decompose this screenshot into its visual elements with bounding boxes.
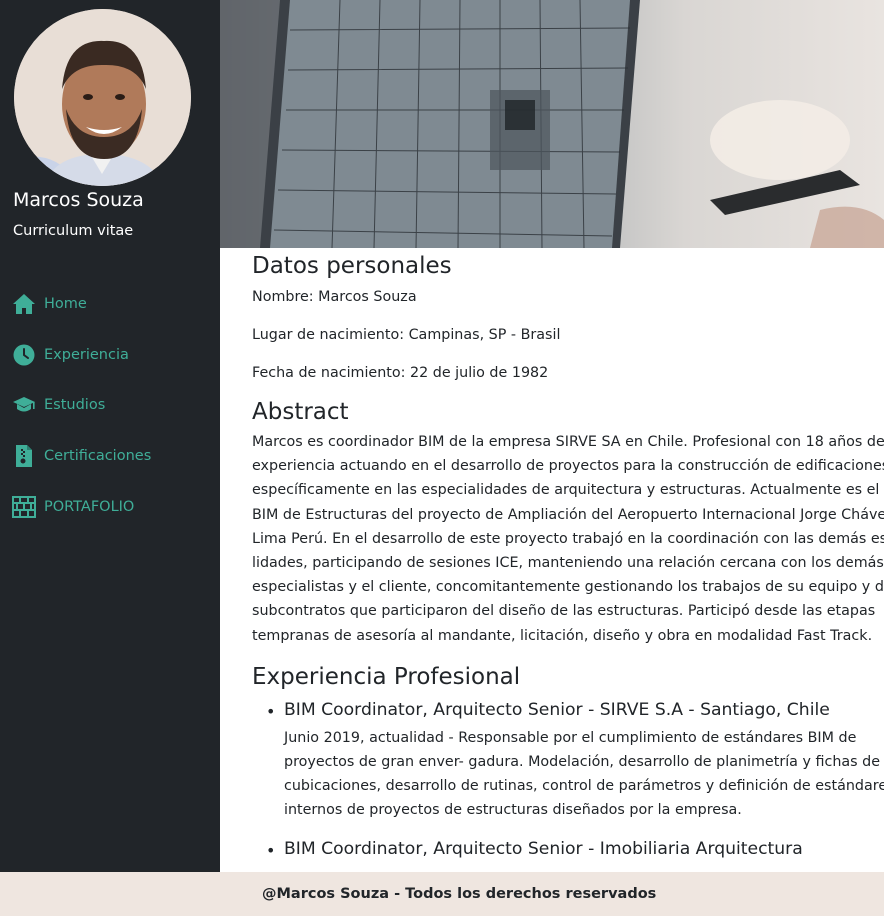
footer: @Marcos Souza - Todos los derechos reser… — [0, 872, 884, 916]
section-heading-abstract: Abstract — [252, 399, 349, 425]
abstract-line: tempranas de asesoría al mandante, licit… — [252, 627, 873, 644]
abstract-line: experiencia actuando en el desarrollo de… — [252, 458, 884, 475]
nav-item-home[interactable]: Home — [12, 289, 87, 319]
personal-lugar: Lugar de nacimiento: Campinas, SP - Bras… — [252, 327, 561, 343]
nav-item-certificaciones[interactable]: Certificaciones — [12, 441, 151, 471]
experience-item: BIM Coordinator, Arquitecto Senior - Imo… — [266, 838, 884, 860]
job-title: BIM Coordinator, Arquitecto Senior - SIR… — [284, 699, 830, 720]
abstract-line: específicamente en las especialidades de… — [252, 482, 884, 499]
abstract-line: Marcos es coordinador BIM de la empresa … — [252, 434, 884, 450]
nav-item-experiencia-label: Experiencia — [44, 347, 129, 363]
job-description-line: Junio 2019, actualidad - Responsable por… — [284, 729, 857, 746]
sidebar: Marcos Souza Curriculum vitae Home Exper… — [0, 0, 220, 916]
abstract-line: lidades, participando de sesiones ICE, m… — [252, 555, 884, 572]
nav-item-estudios-label: Estudios — [44, 397, 106, 413]
experience-item: BIM Coordinator, Arquitecto Senior - SIR… — [266, 699, 884, 823]
profile-name: Marcos Souza — [13, 189, 144, 211]
personal-fecha: Fecha de nacimiento: 22 de julio de 1982 — [252, 365, 549, 381]
nav-item-portafolio[interactable]: PORTAFOLIO — [12, 492, 134, 522]
abstract-line: subcontratos que participaron del diseño… — [252, 603, 876, 620]
abstract-line: especialistas y el cliente, concomitante… — [252, 579, 884, 596]
job-description-line: proyectos de gran enver- gadura. Modelac… — [284, 754, 884, 771]
nav-item-home-label: Home — [44, 296, 87, 312]
section-heading-experiencia: Experiencia Profesional — [252, 663, 521, 690]
clock-icon — [12, 343, 36, 367]
home-icon — [12, 292, 36, 316]
graduation-cap-icon — [12, 393, 36, 417]
job-description: Junio 2019, actualidad - Responsable por… — [284, 726, 884, 823]
job-description-line: internos de proyectos de estructuras dis… — [284, 802, 742, 819]
abstract-line: BIM de Estructuras del proyecto de Ampli… — [252, 506, 884, 523]
certificate-file-icon — [12, 444, 36, 468]
brick-wall-icon — [12, 495, 36, 519]
job-title: BIM Coordinator, Arquitecto Senior - Imo… — [284, 838, 803, 859]
section-heading-datos-personales: Datos personales — [252, 253, 452, 279]
nav-item-estudios[interactable]: Estudios — [12, 390, 105, 420]
experience-list: BIM Coordinator, Arquitecto Senior - SIR… — [252, 699, 884, 860]
footer-copyright: @Marcos Souza - Todos los derechos reser… — [262, 886, 657, 902]
abstract-paragraph: Marcos es coordinador BIM de la empresa … — [252, 430, 884, 648]
nav-item-experiencia[interactable]: Experiencia — [12, 340, 129, 370]
profile-subtitle: Curriculum vitae — [13, 223, 134, 239]
job-description-line: cubicaciones, desarrollo de rutinas, con… — [284, 778, 884, 795]
profile-avatar — [14, 9, 191, 186]
personal-nombre: Nombre: Marcos Souza — [252, 289, 417, 305]
nav-item-portafolio-label: PORTAFOLIO — [44, 499, 135, 515]
abstract-line: Lima Perú. En el desarrollo de este proy… — [252, 530, 884, 547]
nav-item-certificaciones-label: Certificaciones — [44, 448, 152, 464]
hero-image — [220, 0, 884, 248]
main-content: Datos personales Nombre: Marcos Souza Lu… — [252, 248, 884, 872]
